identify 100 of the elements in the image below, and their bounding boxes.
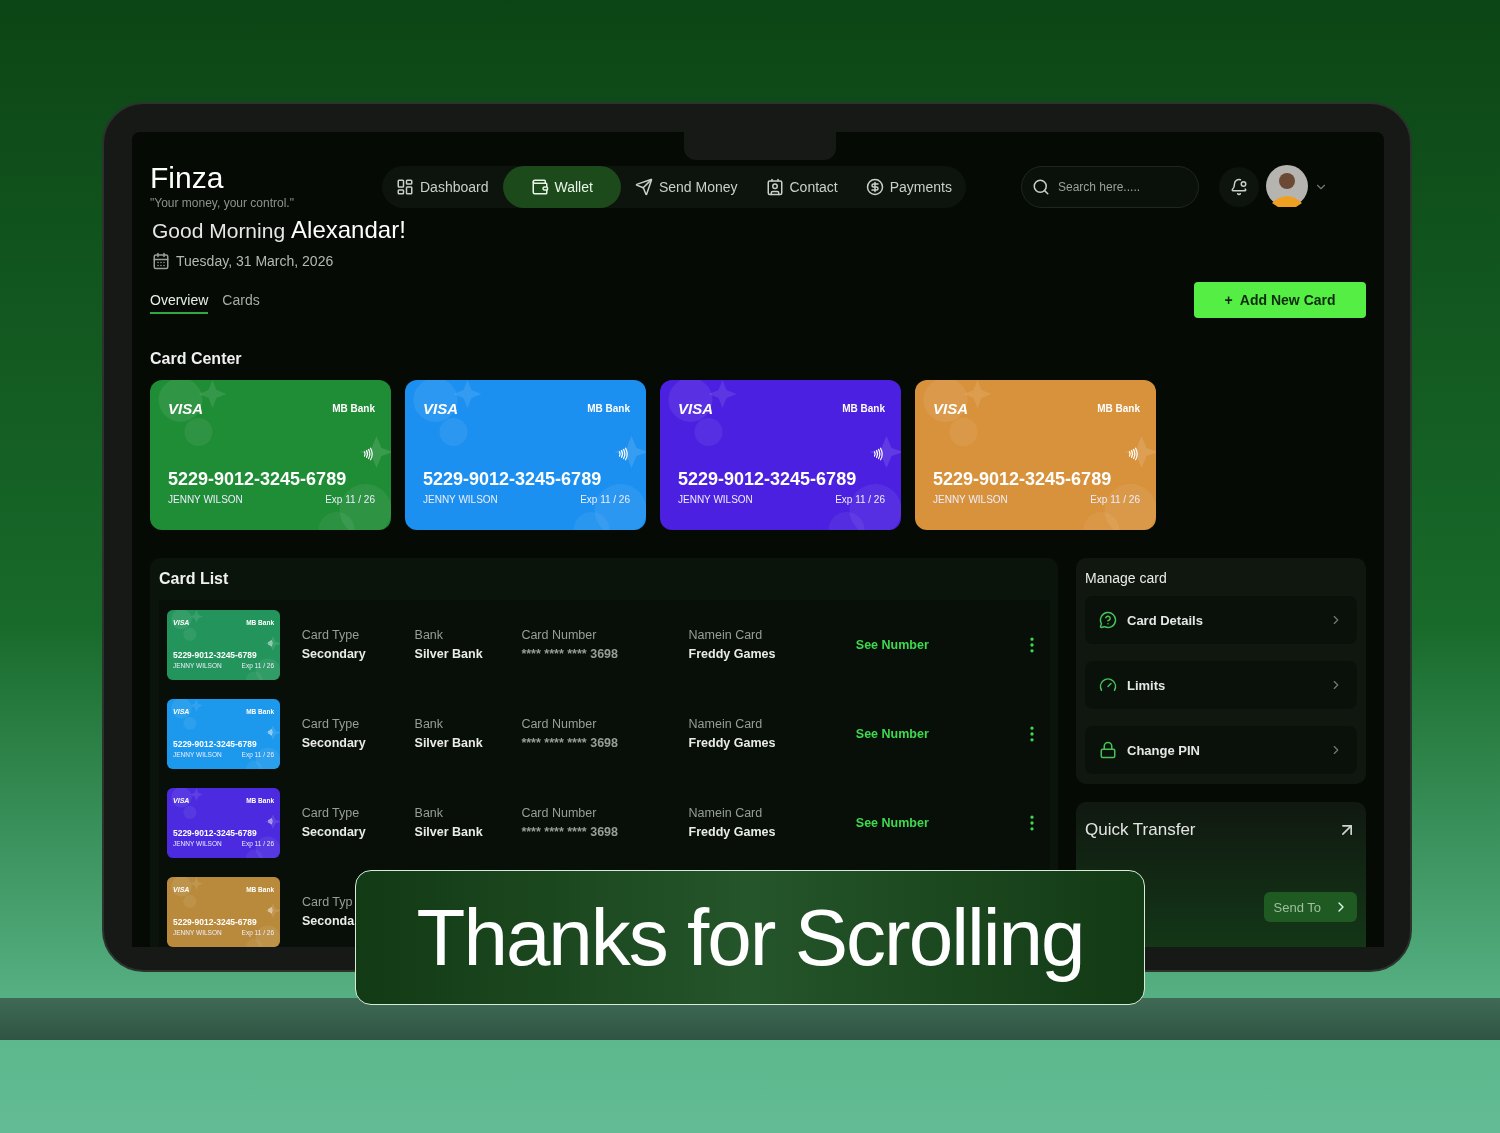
- field-value: Freddy Games: [688, 736, 777, 750]
- card-bank-name: MB Bank: [332, 403, 375, 414]
- field-label: Card Type: [301, 628, 361, 642]
- wallet-icon: [530, 178, 549, 196]
- contactless-icon: [616, 447, 630, 461]
- question-bubble-icon: [1099, 611, 1117, 629]
- notification-button[interactable]: [1219, 167, 1259, 207]
- field-value: **** **** **** 3698: [521, 825, 619, 839]
- nav-tab[interactable]: Dashboard: [382, 166, 503, 208]
- card-holder: JENNY WILSON: [168, 494, 243, 505]
- contactless-icon: [267, 818, 274, 825]
- field-label: Namein Card: [688, 628, 764, 642]
- card-network-logo: VISA: [678, 400, 713, 417]
- calendar-icon: [152, 252, 170, 270]
- page-tab[interactable]: Cards: [222, 286, 260, 314]
- card-bank-name: MB Bank: [587, 403, 630, 414]
- field-label: Card Type: [301, 717, 361, 731]
- field-value: Silver Bank: [414, 736, 484, 750]
- field-label: Card Type: [301, 806, 361, 820]
- search-icon: [1032, 178, 1050, 196]
- contactless-icon: [267, 907, 274, 914]
- bell-icon: [1230, 178, 1248, 196]
- field-value: **** **** **** 3698: [521, 736, 619, 750]
- see-number-link[interactable]: See Number: [855, 726, 1022, 741]
- app-tagline: "Your money, your control.": [150, 196, 295, 210]
- greeting-text: Good Morning: [152, 219, 286, 243]
- field-label: Card Number: [521, 806, 598, 820]
- nav-tab[interactable]: Send Money: [620, 166, 752, 208]
- dollar-icon: [865, 178, 884, 196]
- field-label: Card Typ: [302, 895, 354, 909]
- panel-title: Card List: [159, 570, 230, 588]
- field-value: Silver Bank: [414, 825, 484, 839]
- banner-text: Thanks for Scrolling: [416, 891, 1084, 984]
- page-tab[interactable]: Overview: [150, 286, 209, 314]
- card-bank-name: MB Bank: [842, 403, 885, 414]
- field-label: Card Number: [521, 628, 598, 642]
- card-expiry: Exp 11 / 26: [835, 494, 885, 505]
- field-label: Card Number: [521, 717, 598, 731]
- section-title: Card Center: [150, 350, 243, 368]
- card-number: 5229-9012-3245-6789: [168, 469, 348, 490]
- card-number: 5229-9012-3245-6789: [173, 917, 258, 928]
- nav-tab[interactable]: Payments: [851, 166, 966, 208]
- menu-item[interactable]: Change PIN: [1085, 726, 1357, 774]
- contact-icon: [765, 178, 784, 196]
- card-holder: JENNY WILSON: [423, 494, 498, 505]
- app-logo: Finza: [150, 162, 225, 194]
- send-to-button[interactable]: Send To: [1263, 892, 1357, 922]
- field-label: Namein Card: [688, 717, 764, 731]
- card-network-logo: VISA: [168, 400, 203, 417]
- user-name: Alexandar!: [291, 216, 406, 244]
- card-expiry: Exp 11 / 26: [325, 494, 375, 505]
- panel-title: Quick Transfer: [1085, 820, 1196, 840]
- contactless-icon: [361, 447, 375, 461]
- search-field[interactable]: Search here.....: [1021, 166, 1199, 208]
- card-number: 5229-9012-3245-6789: [678, 469, 858, 490]
- add-card-button[interactable]: + Add New Card: [1194, 282, 1366, 318]
- field-value: Secondary: [301, 647, 367, 661]
- contactless-icon: [267, 729, 274, 736]
- panel-title: Manage card: [1085, 570, 1168, 586]
- search-input[interactable]: Search here.....: [1056, 179, 1186, 195]
- field-label: Bank: [414, 628, 445, 642]
- contactless-icon: [267, 640, 274, 647]
- contactless-icon: [1126, 447, 1140, 461]
- see-number-link[interactable]: See Number: [855, 637, 1022, 652]
- field-value: **** **** **** 3698: [521, 647, 619, 661]
- field-label: Bank: [414, 717, 445, 731]
- date-text: Tuesday, 31 March, 2026: [176, 253, 334, 269]
- card-number: 5229-9012-3245-6789: [173, 650, 258, 661]
- field-label: Bank: [414, 806, 445, 820]
- field-value: Secondary: [301, 825, 367, 839]
- card-number: 5229-9012-3245-6789: [933, 469, 1113, 490]
- bank-card[interactable]: VISA MB Bank 5229-9012-3245-6789 JENNY WILSON Exp 11 / 26: [660, 380, 901, 530]
- bank-card[interactable]: VISA MB Bank 5229-9012-3245-6789 JENNY WILSON Exp 11 / 26: [150, 380, 391, 530]
- card-number: 5229-9012-3245-6789: [423, 469, 603, 490]
- card-holder: JENNY WILSON: [678, 494, 753, 505]
- lock-icon: [1099, 741, 1117, 759]
- card-holder: JENNY WILSON: [933, 494, 1008, 505]
- contactless-icon: [871, 447, 885, 461]
- dashboard-icon: [396, 178, 414, 196]
- see-number-link[interactable]: See Number: [855, 815, 1022, 830]
- paper-plane-icon: [634, 178, 653, 196]
- card-number: 5229-9012-3245-6789: [173, 739, 258, 750]
- card-bank-name: MB Bank: [1097, 403, 1140, 414]
- card-expiry: Exp 11 / 26: [1090, 494, 1140, 505]
- card-network-logo: VISA: [933, 400, 968, 417]
- field-label: Namein Card: [688, 806, 764, 820]
- card-network-logo: VISA: [423, 400, 458, 417]
- field-value: Silver Bank: [414, 647, 484, 661]
- field-value: Seconda: [302, 914, 356, 928]
- gauge-icon: [1099, 676, 1117, 694]
- menu-item[interactable]: Card Details: [1085, 596, 1357, 644]
- nav-tab[interactable]: Contact: [751, 166, 852, 208]
- user-avatar[interactable]: [1266, 165, 1308, 207]
- nav-tab[interactable]: Wallet: [502, 166, 621, 208]
- field-value: Freddy Games: [688, 647, 777, 661]
- card-number: 5229-9012-3245-6789: [173, 828, 258, 839]
- menu-item[interactable]: Limits: [1085, 661, 1357, 709]
- field-value: Secondary: [301, 736, 367, 750]
- field-value: Freddy Games: [688, 825, 777, 839]
- card-expiry: Exp 11 / 26: [580, 494, 630, 505]
